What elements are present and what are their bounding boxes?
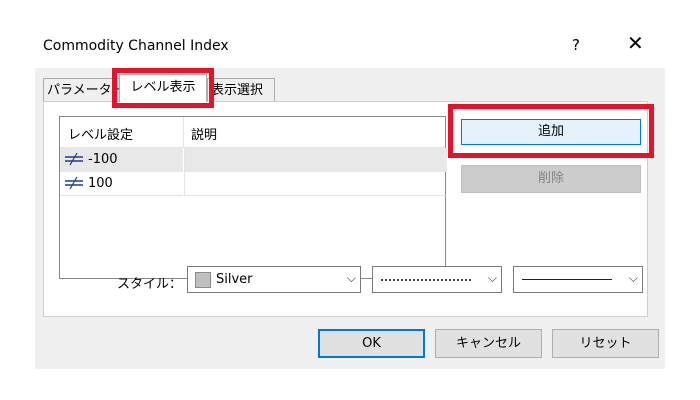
- description-cell[interactable]: [184, 148, 447, 172]
- color-name: Silver: [216, 272, 253, 287]
- close-button[interactable]: ✕: [627, 33, 644, 53]
- chevron-down-icon[interactable]: ⌵: [488, 271, 497, 286]
- column-divider[interactable]: [183, 117, 184, 147]
- dotted-line-icon: [381, 279, 471, 281]
- color-swatch: [195, 272, 211, 288]
- title-bar: Commodity Channel Index ? ✕: [35, 24, 665, 68]
- level-line-icon: [65, 152, 83, 166]
- delete-button[interactable]: 削除: [461, 165, 641, 193]
- add-button[interactable]: 追加: [461, 119, 641, 145]
- level-row[interactable]: -100: [60, 148, 447, 172]
- chevron-down-icon[interactable]: ⌵: [629, 271, 638, 286]
- level-cell[interactable]: -100: [60, 148, 183, 172]
- line-style-select[interactable]: ⌵: [372, 266, 502, 293]
- list-header: レベル設定 説明: [60, 117, 445, 148]
- dialog-window: Commodity Channel Index ? ✕ パラメーター レベル表示…: [35, 24, 665, 369]
- line-width-select[interactable]: ⌵: [513, 266, 643, 293]
- tab-display-selection-label: 表示選択: [211, 83, 264, 98]
- column-header-level[interactable]: レベル設定: [68, 124, 133, 143]
- color-select[interactable]: Silver ⌵: [187, 266, 361, 293]
- level-cell[interactable]: 100: [60, 172, 183, 196]
- level-line-icon: [65, 176, 83, 190]
- level-row[interactable]: 100: [60, 172, 447, 196]
- cancel-button[interactable]: キャンセル: [435, 329, 542, 358]
- description-cell[interactable]: [184, 172, 447, 196]
- tab-level-display-label: レベル表示: [130, 80, 196, 95]
- reset-button[interactable]: リセット: [552, 329, 659, 358]
- column-header-description[interactable]: 説明: [191, 124, 217, 143]
- solid-line-icon: [522, 279, 612, 280]
- ok-button[interactable]: OK: [318, 329, 425, 358]
- help-button[interactable]: ?: [572, 36, 580, 54]
- level-value: 100: [88, 176, 113, 191]
- style-label: スタイル：: [117, 277, 183, 292]
- tab-parameters-label: パラメーター: [47, 83, 121, 98]
- dialog-title: Commodity Channel Index: [43, 38, 229, 54]
- level-value: -100: [88, 152, 118, 167]
- level-list[interactable]: レベル設定 説明 -100 100: [59, 116, 447, 279]
- tab-parameters[interactable]: パラメーター: [43, 78, 121, 102]
- tab-display-selection[interactable]: 表示選択: [207, 78, 275, 102]
- chevron-down-icon[interactable]: ⌵: [347, 271, 356, 286]
- tab-level-display[interactable]: レベル表示: [119, 74, 207, 102]
